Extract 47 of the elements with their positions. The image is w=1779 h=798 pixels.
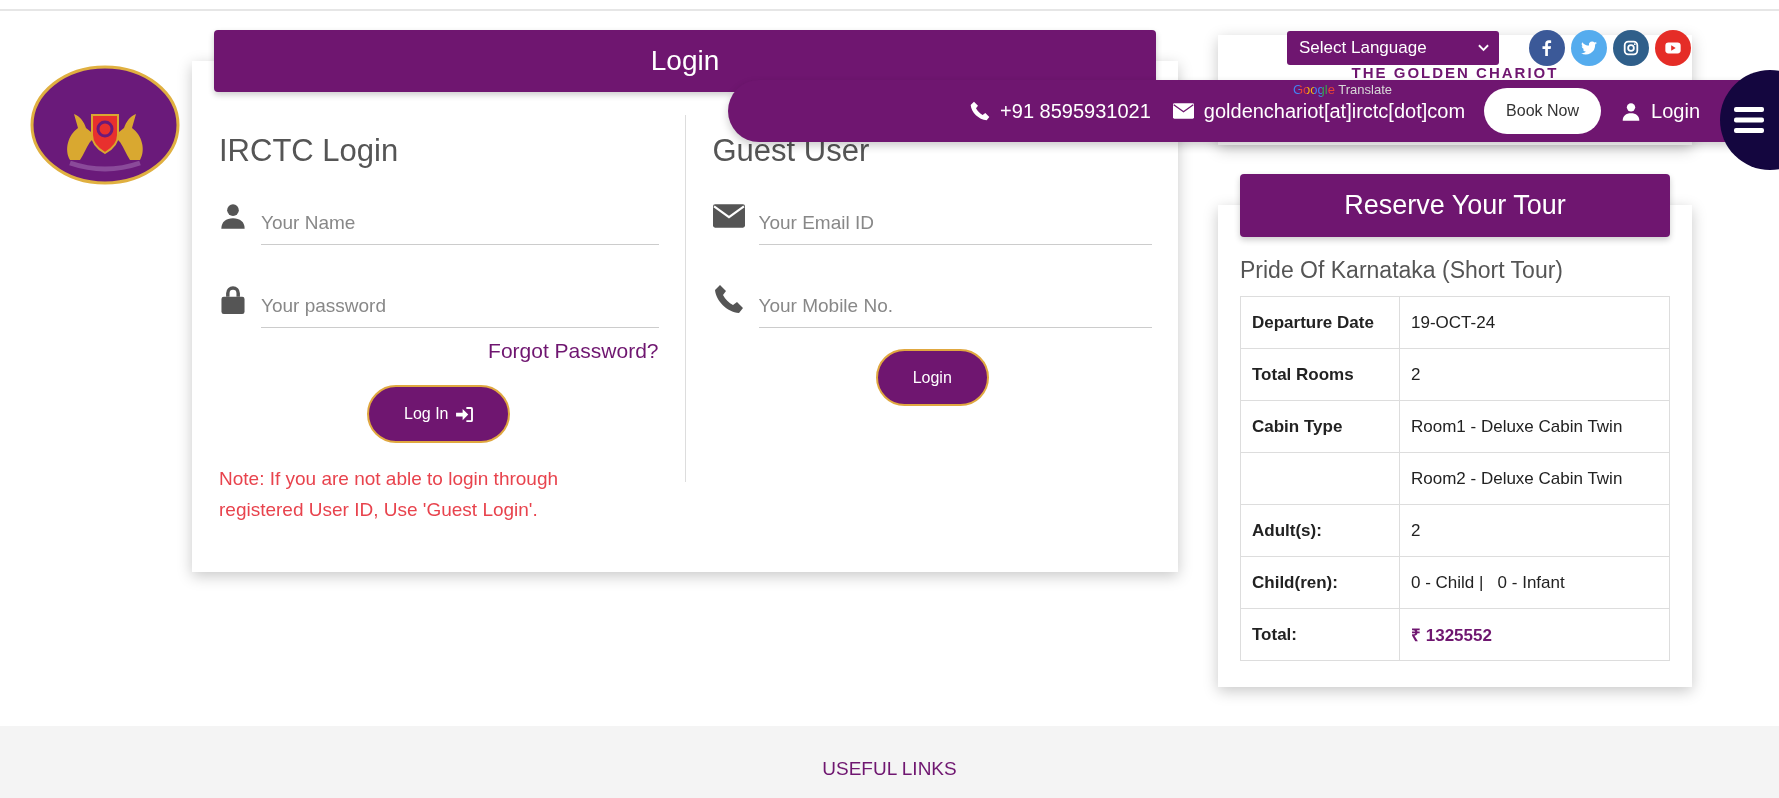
sign-in-icon xyxy=(456,406,474,422)
table-cell: Cabin Type xyxy=(1240,400,1400,453)
chevron-down-icon xyxy=(1478,44,1489,52)
login-link[interactable]: Login xyxy=(1651,99,1700,123)
forgot-password-link[interactable]: Forgot Password? xyxy=(488,339,659,362)
book-now-button[interactable]: Book Now xyxy=(1484,88,1602,134)
table-cell: Departure Date xyxy=(1240,296,1400,349)
table-cell: Room2 - Deluxe Cabin Twin xyxy=(1399,452,1670,505)
input-field[interactable]: Your Name xyxy=(261,204,659,245)
phone-icon xyxy=(712,284,745,314)
google-translate-label: Google Translate xyxy=(1293,82,1393,97)
table-cell: 2 xyxy=(1399,348,1670,401)
brand-name: THE GOLDEN CHARIOT xyxy=(1351,64,1559,81)
facebook-icon[interactable] xyxy=(1529,30,1565,66)
email-address: goldenchariot[at]irctc[dot]com xyxy=(1203,99,1466,123)
envelope-icon xyxy=(1172,103,1194,119)
phone-icon xyxy=(970,101,991,121)
table-cell: Child(ren): xyxy=(1240,556,1400,609)
instagram-icon[interactable] xyxy=(1613,30,1649,66)
tour-name: Pride Of Karnataka (Short Tour) xyxy=(1240,257,1564,284)
language-select[interactable]: Select Language xyxy=(1287,31,1499,65)
youtube-icon[interactable] xyxy=(1655,30,1691,66)
user-icon xyxy=(1621,100,1642,122)
user-icon xyxy=(219,201,247,231)
guest-user-heading: Guest User xyxy=(712,132,871,169)
input-field[interactable]: Your Email ID xyxy=(758,204,1152,245)
irctc-login-heading: IRCTC Login xyxy=(219,132,400,169)
table-cell: Total: xyxy=(1240,608,1400,661)
phone-number: +91 8595931021 xyxy=(1000,99,1151,123)
table-cell: 0 - Child | 0 - Infant xyxy=(1399,556,1670,609)
table-cell: Adult(s): xyxy=(1240,504,1400,557)
table-cell: Total Rooms xyxy=(1240,348,1400,401)
login-button[interactable]: Login xyxy=(875,349,989,406)
log-in-button[interactable]: Log In xyxy=(367,385,511,443)
login-title: Login xyxy=(214,30,1156,92)
envelope-icon xyxy=(712,201,745,231)
reserve-title: Reserve Your Tour xyxy=(1240,174,1670,237)
table-cell: 19-OCT-24 xyxy=(1399,296,1670,349)
footer-heading: USEFUL LINKS xyxy=(822,758,957,779)
table-cell: 2 xyxy=(1399,504,1670,557)
input-field[interactable]: Your password xyxy=(261,287,659,328)
menu-icon xyxy=(1734,107,1764,133)
table-cell: Room1 - Deluxe Cabin Twin xyxy=(1399,400,1670,453)
note-text: Note: If you are not able to login through registered User ID, Use 'Guest Login'. xyxy=(219,467,560,522)
input-field[interactable]: Your Mobile No. xyxy=(758,287,1152,328)
table-cell: ₹ 1325552 xyxy=(1399,608,1670,661)
lock-icon xyxy=(219,284,247,314)
